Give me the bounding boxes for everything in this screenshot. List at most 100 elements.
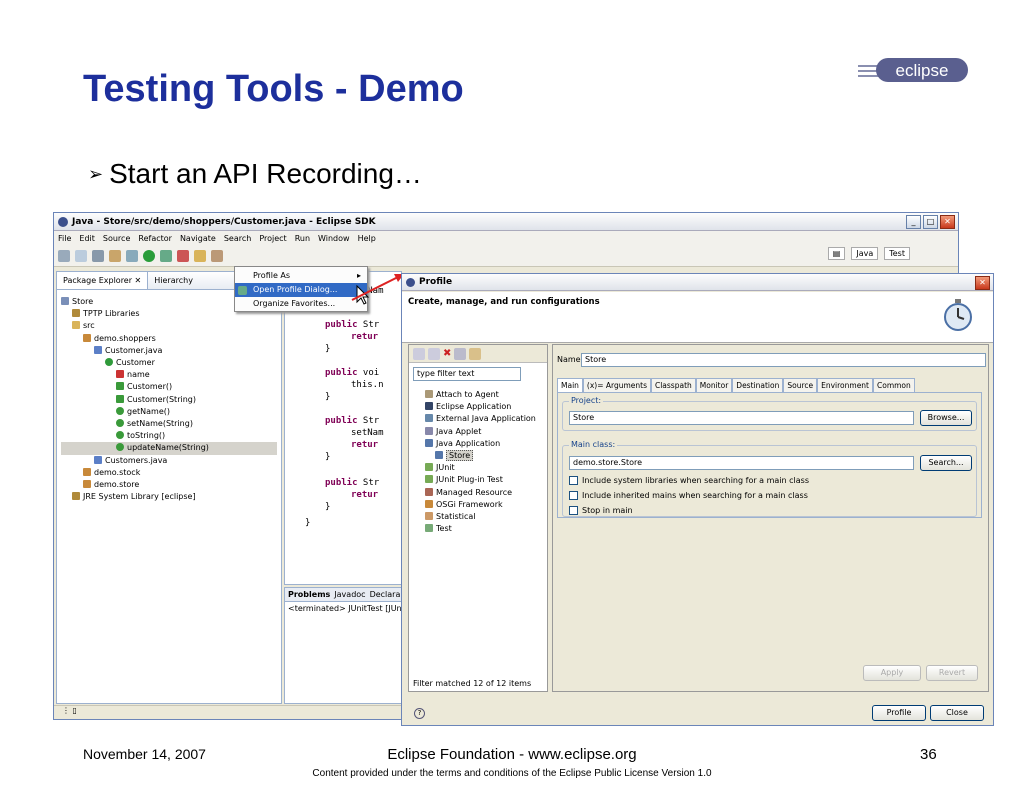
config-tab[interactable]: Destination (732, 378, 784, 392)
code-editor[interactable]: c CussetNam}public Strretur}public voith… (284, 271, 402, 585)
callout-arrow (351, 274, 404, 301)
config-tab[interactable]: Environment (817, 378, 873, 392)
config-tree-item[interactable]: External Java Application (415, 413, 541, 425)
config-type-icon (425, 499, 433, 508)
fast-view-icon[interactable]: ⋮ ▯ (62, 706, 77, 715)
project-icon (61, 297, 69, 305)
config-tree-item[interactable]: Store (415, 450, 541, 462)
config-tree-item[interactable]: OSGi Framework (415, 499, 541, 511)
maximize-button[interactable]: □ (923, 215, 938, 229)
svg-text:eclipse: eclipse (896, 61, 949, 80)
config-tab[interactable]: Monitor (695, 378, 733, 392)
tree-item[interactable]: getName() (61, 406, 277, 418)
config-name-input[interactable]: Store (581, 353, 986, 367)
revert-button[interactable]: Revert (926, 665, 978, 681)
run-icon[interactable] (143, 249, 155, 262)
menu-navigate[interactable]: Navigate (180, 234, 216, 243)
tab-declaration[interactable]: Declara (370, 588, 401, 601)
config-tree-label: Managed Resource (436, 487, 513, 497)
config-type-icon (435, 451, 443, 460)
tree-item[interactable]: toString() (61, 430, 277, 442)
menu-window[interactable]: Window (318, 234, 350, 243)
menu-project[interactable]: Project (259, 234, 286, 243)
tree-item[interactable]: Customer(String) (61, 394, 277, 406)
tree-item[interactable]: demo.store (61, 479, 277, 491)
main-class-input[interactable]: demo.store.Store (569, 456, 914, 470)
tree-item[interactable]: JRE System Library [eclipse] (61, 491, 277, 503)
tab-javadoc[interactable]: Javadoc (334, 588, 365, 601)
new-icon[interactable] (58, 249, 70, 262)
close-window-button[interactable]: ✕ (940, 215, 955, 229)
filter-icon[interactable] (469, 347, 482, 360)
config-tree-item[interactable]: Statistical (415, 511, 541, 523)
debug-icon[interactable] (126, 249, 138, 262)
include-inherited-mains-checkbox[interactable]: Include inherited mains when searching f… (569, 491, 808, 500)
config-tree-item[interactable]: Java Application (415, 438, 541, 450)
include-system-libs-checkbox[interactable]: Include system libraries when searching … (569, 476, 809, 485)
tree-item[interactable]: demo.stock (61, 467, 277, 479)
save-icon[interactable] (75, 249, 87, 262)
menu-search[interactable]: Search (224, 234, 251, 243)
tab-package-explorer[interactable]: Package Explorer ✕ (57, 272, 149, 289)
tree-item[interactable]: demo.shoppers (61, 333, 277, 345)
build-icon[interactable] (109, 249, 121, 262)
tree-item-label: Customer.java (105, 345, 163, 355)
filter-input[interactable]: type filter text (413, 367, 521, 381)
menu-run[interactable]: Run (295, 234, 310, 243)
external-tools-icon[interactable] (177, 249, 189, 262)
config-tree-item[interactable]: Test (415, 523, 541, 535)
open-perspective-icon[interactable]: ▤ (827, 247, 846, 260)
apply-button[interactable]: Apply (863, 665, 921, 681)
minimize-button[interactable]: _ (906, 215, 921, 229)
menu-refactor[interactable]: Refactor (138, 234, 172, 243)
config-tab[interactable]: Common (873, 378, 915, 392)
config-tree-item[interactable]: Eclipse Application (415, 401, 541, 413)
dialog-close-icon[interactable]: ✕ (975, 276, 990, 290)
package-icon (83, 333, 91, 342)
config-tree: Attach to Agent Eclipse Application Extern… (409, 385, 547, 539)
tree-item[interactable]: updateName(String) (61, 442, 277, 455)
tab-hierarchy[interactable]: Hierarchy (148, 276, 199, 285)
close-button[interactable]: Close (930, 705, 984, 721)
tree-item-label: TPTP Libraries (83, 309, 140, 319)
tree-item[interactable]: name (61, 369, 277, 381)
project-input[interactable]: Store (569, 411, 914, 425)
config-tree-item[interactable]: Java Applet (415, 426, 541, 438)
profile-icon[interactable] (160, 249, 172, 262)
tree-item[interactable]: setName(String) (61, 418, 277, 430)
tree-item[interactable]: src (61, 320, 277, 332)
delete-config-icon[interactable]: ✖ (443, 348, 451, 359)
menu-help[interactable]: Help (358, 234, 376, 243)
search-icon[interactable] (211, 249, 223, 262)
config-tab[interactable]: Main (557, 378, 583, 392)
duplicate-config-icon[interactable] (428, 347, 440, 360)
tree-item[interactable]: Customer() (61, 381, 277, 393)
java-perspective-button[interactable]: Java (851, 247, 879, 260)
window-titlebar: Java - Store/src/demo/shoppers/Customer.… (54, 213, 958, 231)
browse-button[interactable]: Browse... (920, 410, 972, 426)
menu-edit[interactable]: Edit (79, 234, 95, 243)
config-tree-item[interactable]: JUnit (415, 462, 541, 474)
tab-problems[interactable]: Problems (288, 588, 330, 601)
java-file-icon (94, 455, 102, 464)
menu-file[interactable]: File (58, 234, 71, 243)
config-tab[interactable]: (x)= Arguments (582, 378, 651, 392)
search-button[interactable]: Search... (920, 455, 972, 471)
config-tab[interactable]: Source (783, 378, 818, 392)
new-config-icon[interactable] (413, 347, 425, 360)
collapse-all-icon[interactable] (454, 347, 467, 360)
config-tree-item[interactable]: Managed Resource (415, 487, 541, 499)
config-tree-item[interactable]: Attach to Agent (415, 389, 541, 401)
config-tab[interactable]: Classpath (650, 378, 696, 392)
print-icon[interactable] (92, 249, 104, 262)
config-tree-item[interactable]: JUnit Plug-in Test (415, 474, 541, 486)
tree-item[interactable]: Customer.java (61, 345, 277, 357)
help-icon[interactable]: ? (414, 708, 425, 719)
open-type-icon[interactable] (194, 249, 206, 262)
tree-item[interactable]: Customers.java (61, 455, 277, 467)
profile-button[interactable]: Profile (872, 705, 926, 721)
menu-source[interactable]: Source (103, 234, 130, 243)
test-perspective-button[interactable]: Test (884, 247, 910, 260)
tree-item[interactable]: Customer (61, 357, 277, 369)
stop-in-main-checkbox[interactable]: Stop in main (569, 506, 633, 515)
